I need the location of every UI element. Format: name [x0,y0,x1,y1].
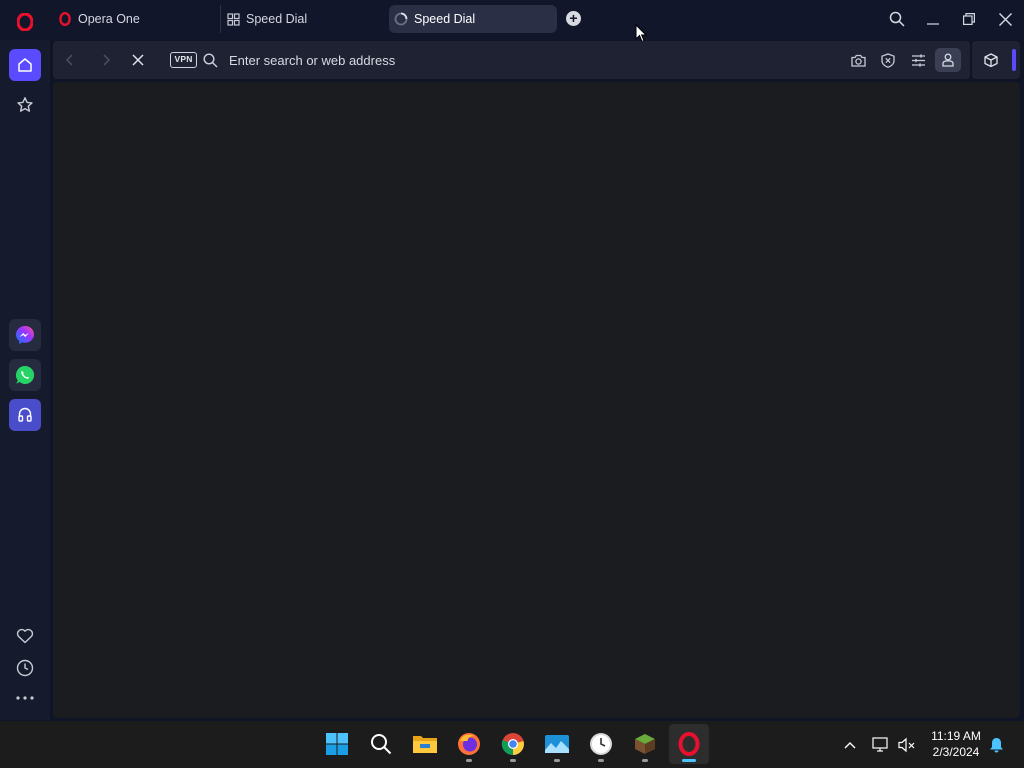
cube-extensions-icon [984,53,998,67]
loading-spinner-icon [394,12,408,26]
firefox-icon [458,733,480,755]
active-indicator [682,759,696,762]
sidebar-messenger-button[interactable] [9,319,41,351]
file-explorer-icon [413,736,437,753]
sidebar-toggle-indicator[interactable] [1012,49,1016,71]
more-icon [16,696,34,700]
search-icon [889,11,905,27]
sidebar-more-button[interactable] [9,682,41,714]
search-icon [371,734,392,755]
opera-icon [678,732,700,756]
minecraft-icon [635,734,655,754]
chevron-right-icon [103,54,111,66]
close-icon [132,54,144,66]
speed-dial-grid-icon [226,12,240,26]
tab-search-button[interactable] [884,6,910,32]
notifications-button[interactable] [986,734,1006,756]
clock-app-icon [590,733,612,755]
sidebar-home-button[interactable] [9,49,41,81]
heart-icon [16,628,34,644]
sidebar [0,40,50,720]
settings-sliders-icon [911,53,925,67]
taskbar-minecraft[interactable] [625,724,665,764]
back-button[interactable] [60,50,80,70]
shield-icon [881,52,895,68]
show-hidden-icons-button[interactable] [840,735,860,755]
bell-icon [989,738,1003,753]
taskbar-firefox[interactable] [449,724,489,764]
chevron-up-icon [844,742,856,749]
sidebar-music-player-button[interactable] [9,399,41,431]
sidebar-pinboards-button[interactable] [9,620,41,652]
history-clock-icon [16,659,34,677]
chevron-left-icon [65,54,73,66]
star-bookmarks-icon [17,97,33,112]
whatsapp-icon [16,365,35,384]
running-indicator [554,759,560,762]
clock-date: 2/3/2024 [932,745,980,759]
stop-loading-button[interactable] [128,50,148,70]
user-profile-icon [942,53,954,67]
running-indicator [642,759,648,762]
opera-menu-button[interactable] [12,9,38,35]
running-indicator [598,759,604,762]
restore-icon [963,13,975,25]
tab-label: Speed Dial [246,12,308,26]
snapshot-button[interactable] [848,50,868,70]
extensions-button[interactable] [981,50,1001,70]
tab-opera-one[interactable]: Opera One [56,5,216,33]
address-bar: VPN [53,41,970,79]
home-icon [18,58,32,72]
opera-logo-icon [58,12,72,26]
search-icon [202,52,217,67]
taskbar-opera[interactable] [669,724,709,764]
tab-label: Speed Dial [414,12,476,26]
taskbar-photos[interactable] [537,724,577,764]
extensions-area [972,41,1020,79]
tab-speed-dial-active[interactable]: Speed Dial [389,5,557,33]
camera-icon [850,54,866,67]
taskbar-file-explorer[interactable] [405,724,445,764]
messenger-icon [16,326,34,344]
adblocker-button[interactable] [878,50,898,70]
forward-button[interactable] [96,50,116,70]
close-button[interactable] [992,6,1018,32]
music-player-icon [18,407,32,422]
tab-speed-dial[interactable]: Speed Dial [220,5,385,33]
sidebar-history-button[interactable] [9,652,41,684]
sidebar-bookmarks-button[interactable] [9,89,41,121]
network-icon [872,737,888,752]
taskbar-search-button[interactable] [361,724,401,764]
minimize-icon [927,23,939,25]
sidebar-whatsapp-button[interactable] [9,359,41,391]
taskbar-clock-app[interactable] [581,724,621,764]
title-bar: Opera One Speed Dial Speed Dial + [0,0,1024,43]
restore-button[interactable] [956,6,982,32]
system-clock[interactable]: 11:19 AM 2/3/2024 [922,728,990,760]
windows-start-icon [326,733,348,755]
taskbar: 11:19 AM 2/3/2024 [0,721,1024,768]
volume-muted-icon [898,737,915,753]
new-tab-button[interactable]: + [566,11,581,26]
running-indicator [466,759,472,762]
network-status-button[interactable] [870,734,892,756]
volume-button[interactable] [896,734,918,756]
profile-button[interactable] [935,48,961,72]
taskbar-chrome[interactable] [493,724,533,764]
vpn-badge[interactable]: VPN [170,52,197,68]
clock-time: 11:19 AM [931,729,981,743]
page-content[interactable] [53,82,1020,718]
tab-label: Opera One [78,12,140,26]
address-input[interactable] [229,50,789,70]
close-icon [998,12,1012,26]
minimize-button[interactable] [920,6,946,32]
chrome-icon [501,733,524,756]
address-search-icon-wrap [200,50,220,70]
photos-icon [545,735,569,753]
windows-start-button[interactable] [317,724,357,764]
running-indicator [510,759,516,762]
easy-setup-button[interactable] [908,50,928,70]
opera-logo-icon [17,13,33,31]
